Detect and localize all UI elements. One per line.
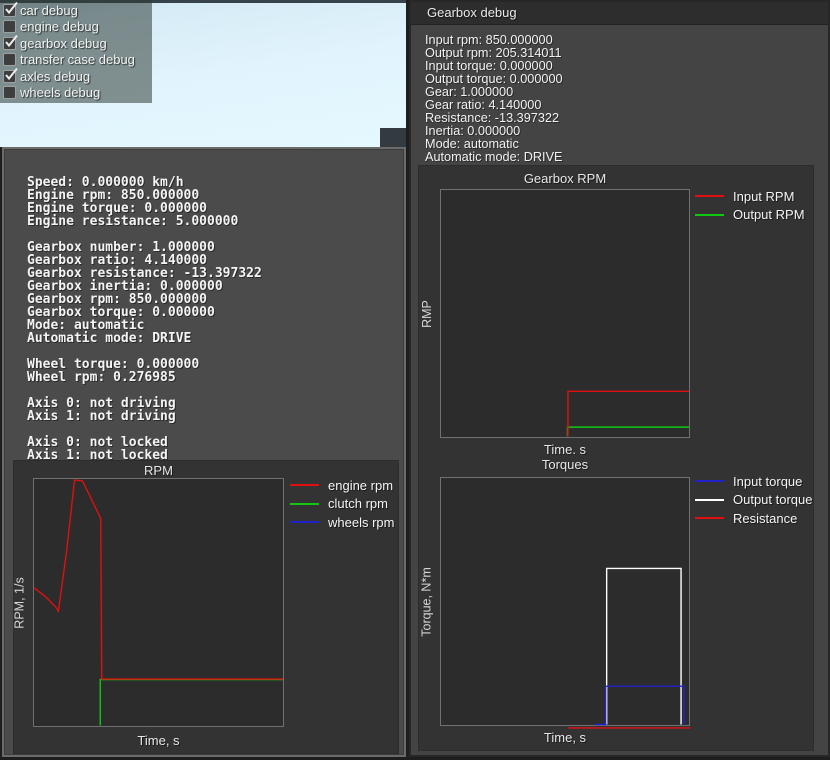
chart-title: RPM — [33, 463, 284, 478]
legend-swatch — [695, 480, 724, 482]
series-line-output-rpm — [567, 427, 689, 436]
debug-menu-item[interactable]: engine debug — [3, 19, 152, 36]
debug-menu-item-label: gearbox debug — [20, 36, 107, 51]
gearbox-debug-text-line: Automatic mode: DRIVE — [425, 151, 563, 164]
legend-swatch — [695, 214, 724, 216]
gearbox-debug-text: Input rpm: 850.000000Output rpm: 205.314… — [425, 34, 563, 164]
debug-menu-item-label: axles debug — [20, 69, 90, 84]
gearbox-debug-panel: Gearbox debug Input rpm: 850.000000Outpu… — [409, 0, 830, 757]
checkbox-unchecked-icon[interactable] — [3, 20, 16, 33]
series-line-clutch-rpm — [100, 680, 283, 726]
checkbox-unchecked-icon[interactable] — [3, 86, 16, 99]
chart-y-axis-label: RMP — [418, 189, 436, 438]
chart-legend: Input torque Output torque Resistance — [695, 472, 813, 528]
legend-label: wheels rpm — [328, 515, 394, 530]
legend-item: engine rpm — [290, 476, 394, 495]
checkbox-unchecked-icon[interactable] — [3, 53, 16, 66]
car-debug-text-line: Wheel rpm: 0.276985 — [27, 372, 262, 385]
checkbox-checked-icon[interactable] — [3, 37, 16, 50]
chart-legend: Input RPM Output RPM — [695, 187, 805, 224]
debug-menu-item-label: car debug — [20, 3, 78, 18]
debug-menu-item[interactable]: transfer case debug — [3, 52, 152, 69]
legend-swatch — [695, 499, 724, 501]
checkmark-icon — [3, 34, 19, 50]
legend-label: Output torque — [733, 492, 813, 507]
debug-menu-panel: car debugengine debug gearbox debugtransf… — [0, 0, 152, 103]
legend-swatch — [290, 503, 319, 505]
series-line-engine-rpm — [34, 480, 283, 679]
chart-plot-area — [440, 189, 690, 438]
game-scene: car debugengine debug gearbox debugtransf… — [0, 0, 406, 147]
legend-item: Output RPM — [695, 206, 805, 225]
chart-title: Torques — [440, 457, 690, 472]
debug-menu-item[interactable]: gearbox debug — [3, 35, 152, 52]
debug-menu-item[interactable]: wheels debug — [3, 85, 152, 102]
chart-x-axis-label: Time, s — [33, 733, 284, 748]
scene-distant-object — [380, 128, 406, 147]
checkbox-checked-icon[interactable] — [3, 70, 16, 83]
legend-label: Resistance — [733, 511, 797, 526]
debug-menu-item[interactable]: axles debug — [3, 68, 152, 85]
legend-swatch — [695, 195, 724, 197]
legend-label: Input torque — [733, 474, 802, 489]
legend-swatch — [695, 517, 724, 519]
chart-y-axis-label: RPM, 1/s — [11, 478, 29, 727]
chart-title: Gearbox RPM — [440, 171, 690, 186]
car-debug-text: Speed: 0.000000 km/hEngine rpm: 850.0000… — [27, 177, 262, 463]
legend-label: Input RPM — [733, 189, 794, 204]
legend-item: Resistance — [695, 509, 813, 528]
gearbox-panel-title: Gearbox debug — [427, 2, 828, 24]
car-debug-text-line: Engine resistance: 5.000000 — [27, 216, 262, 229]
gearbox-panel-titlebar[interactable]: Gearbox debug — [411, 2, 828, 25]
checkbox-checked-icon[interactable] — [3, 4, 16, 17]
legend-item: Input torque — [695, 472, 813, 491]
checkmark-icon — [3, 67, 19, 83]
legend-swatch — [290, 484, 319, 486]
debug-menu-item-label: wheels debug — [20, 85, 100, 100]
car-debug-text-line: Axis 1: not driving — [27, 411, 262, 424]
chart-x-axis-label: Time, s — [440, 730, 690, 745]
series-line-output-torque — [607, 568, 681, 724]
debug-menu-item-label: engine debug — [20, 19, 99, 34]
legend-item: Output torque — [695, 491, 813, 510]
chart-legend: engine rpm clutch rpm wheels rpm — [290, 476, 394, 532]
gearbox-chart-widget: Gearbox RPMRMPInput RPMOutput RPMTime. s… — [419, 166, 813, 750]
chart-plot-area — [440, 477, 690, 726]
legend-swatch — [290, 521, 319, 523]
car-debug-text-line: Automatic mode: DRIVE — [27, 333, 262, 346]
legend-label: engine rpm — [328, 478, 393, 493]
series-line-input-torque — [595, 686, 684, 724]
torques-chart: Torques Torque, N*m Input torque Output tor… — [419, 452, 813, 750]
checkmark-icon — [3, 1, 19, 17]
legend-label: clutch rpm — [328, 496, 388, 511]
debug-menu-item[interactable]: car debug — [3, 2, 152, 19]
rpm-chart: RPM RPM, 1/s engine rpm clutch rpm wheels rp… — [14, 461, 398, 753]
car-debug-panel: Speed: 0.000000 km/hEngine rpm: 850.0000… — [2, 147, 406, 757]
legend-item: Input RPM — [695, 187, 805, 206]
app-window: car debugengine debug gearbox debugtransf… — [0, 0, 830, 760]
chart-y-axis-label: Torque, N*m — [418, 477, 436, 726]
legend-item: clutch rpm — [290, 495, 394, 514]
series-line-input-rpm — [568, 391, 689, 436]
chart-plot-area — [33, 478, 284, 727]
debug-menu-item-label: transfer case debug — [20, 52, 135, 67]
legend-label: Output RPM — [733, 207, 805, 222]
legend-item: wheels rpm — [290, 513, 394, 532]
gearbox-rpm-chart: Gearbox RPMRMPInput RPMOutput RPMTime. s — [419, 166, 813, 452]
